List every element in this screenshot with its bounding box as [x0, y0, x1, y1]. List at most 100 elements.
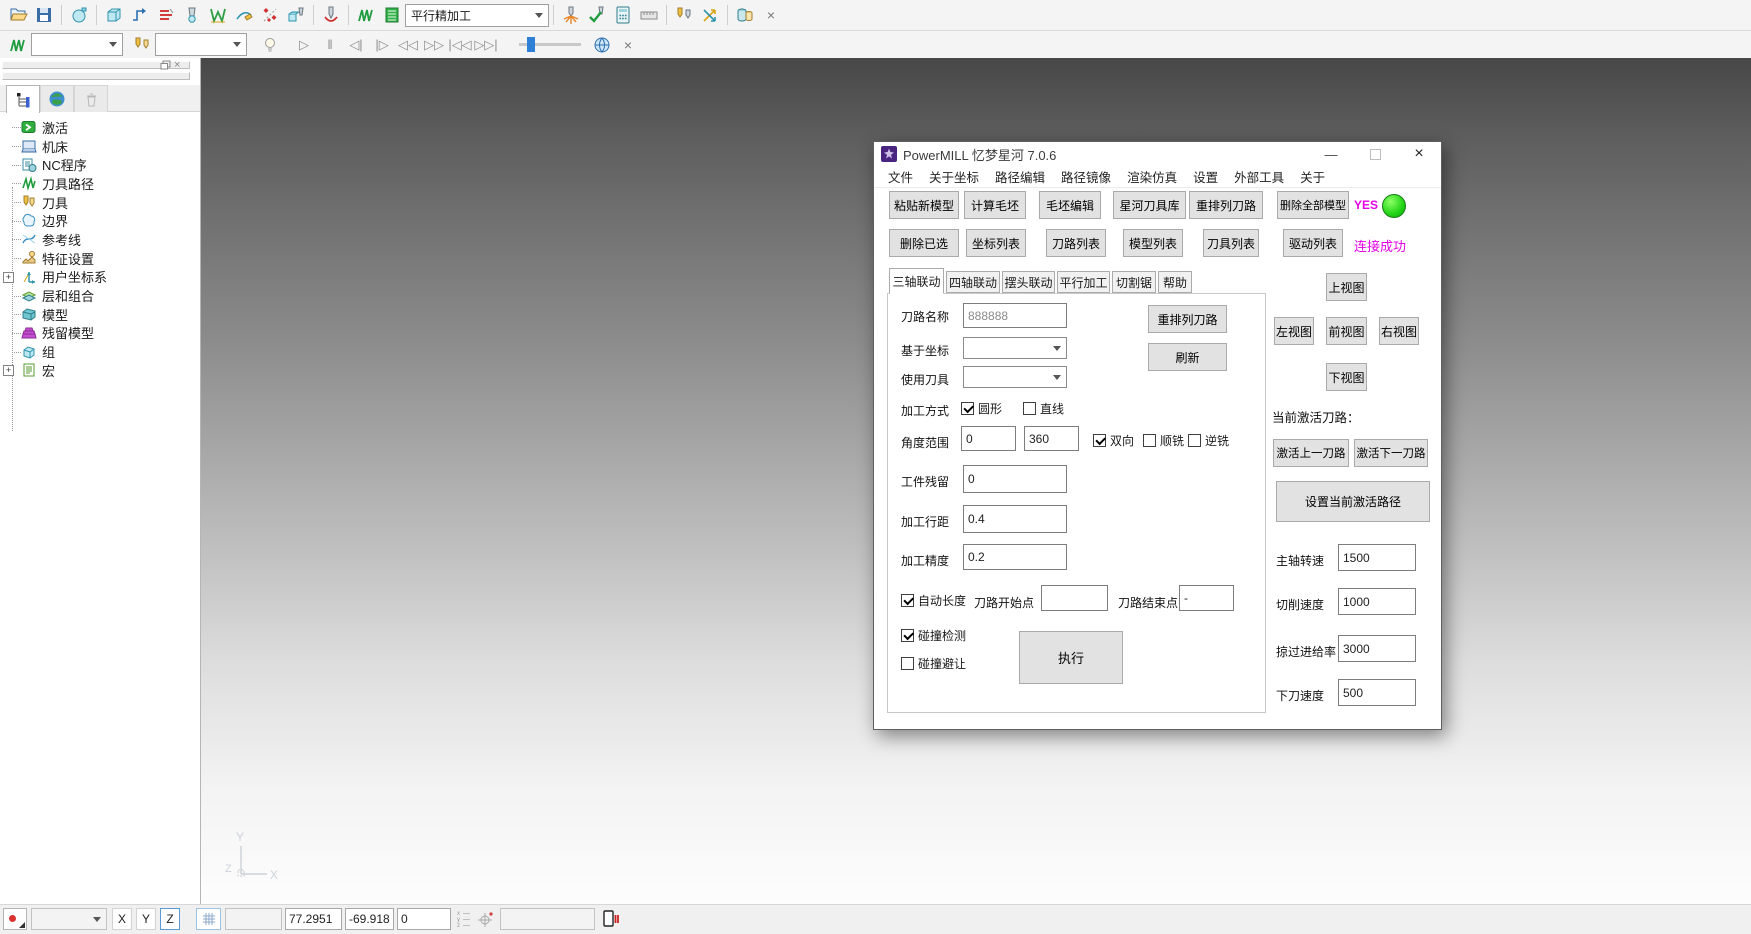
toolpath-icon[interactable]: [353, 3, 379, 27]
tree-item-feature-sets[interactable]: 特征设置: [0, 249, 200, 268]
tree-item-groups[interactable]: 组: [0, 342, 200, 361]
play-icon[interactable]: ▷: [291, 33, 317, 57]
minimize-button[interactable]: —: [1309, 142, 1353, 166]
go-start-icon[interactable]: |◁◁: [447, 33, 473, 57]
tree-item-levels-and-sets[interactable]: 层和组合: [0, 286, 200, 305]
tool-pair-icon[interactable]: [671, 3, 697, 27]
line-checkbox[interactable]: [1023, 402, 1036, 415]
tab-4axis[interactable]: 四轴联动: [946, 271, 1000, 293]
path-end-input[interactable]: -: [1179, 585, 1234, 611]
paste-new-model-button[interactable]: 粘贴新模型: [889, 191, 959, 219]
galaxy-tool-library-button[interactable]: 星河刀具库: [1113, 191, 1186, 219]
toolpath-verify-icon[interactable]: [584, 3, 610, 27]
menu-path-edit[interactable]: 路径编辑: [987, 167, 1053, 186]
calculator-icon[interactable]: [610, 3, 636, 27]
dialog-titlebar[interactable]: PowerMILL 忆梦星河 7.0.6 — ×: [874, 142, 1441, 166]
pause-icon[interactable]: ‖: [317, 33, 343, 57]
axis-x-button[interactable]: X: [112, 908, 132, 930]
toolpath-list-icon[interactable]: [379, 3, 405, 27]
menu-path-mirror[interactable]: 路径镜像: [1053, 167, 1119, 186]
tree-item-boundaries[interactable]: 边界: [0, 211, 200, 230]
refresh-button[interactable]: 刷新: [1148, 343, 1227, 371]
menu-external-tools[interactable]: 外部工具: [1226, 167, 1292, 186]
menu-file[interactable]: 文件: [880, 167, 921, 186]
stock-cylinder-icon[interactable]: [732, 3, 758, 27]
reorder-toolpaths-button[interactable]: 重排列刀路: [1189, 191, 1263, 219]
tolerance-input[interactable]: 0.2: [963, 544, 1067, 570]
open-icon[interactable]: [5, 3, 31, 27]
tab-trash[interactable]: [74, 85, 108, 112]
collision-check-checkbox[interactable]: [901, 629, 914, 642]
tree-item-workplanes[interactable]: +用户坐标系: [0, 268, 200, 287]
pane-close-icon[interactable]: ×: [174, 59, 180, 71]
cutting-feed-input[interactable]: 1000: [1338, 588, 1416, 615]
tool-select-dropdown[interactable]: [155, 33, 247, 56]
menu-settings[interactable]: 设置: [1185, 167, 1226, 186]
skim-feed-input[interactable]: 3000: [1338, 635, 1416, 662]
probe-position-icon[interactable]: [477, 910, 495, 932]
tree-item-activate[interactable]: 激活: [0, 118, 200, 137]
surface-wizard-icon[interactable]: [205, 3, 231, 27]
angle-to-input[interactable]: 360: [1024, 426, 1079, 451]
draft-point-button[interactable]: [3, 908, 27, 930]
collision-avoid-checkbox[interactable]: [901, 657, 914, 670]
toolpath-name-input[interactable]: 888888: [963, 303, 1067, 328]
tree-item-machine-tool[interactable]: 机床: [0, 137, 200, 156]
spindle-speed-input[interactable]: 1500: [1338, 544, 1416, 571]
step-back-icon[interactable]: ◁|: [343, 33, 369, 57]
tree-item-models[interactable]: 模型: [0, 305, 200, 324]
coord-x-field[interactable]: 77.2951: [285, 908, 342, 930]
tree-item-macros[interactable]: +宏: [0, 361, 200, 380]
plunge-feed-input[interactable]: 500: [1338, 679, 1416, 706]
climb-mill-checkbox[interactable]: [1143, 434, 1156, 447]
execute-button[interactable]: 执行: [1019, 631, 1123, 684]
tree-item-nc-programs[interactable]: NC程序: [0, 155, 200, 174]
stock-allowance-input[interactable]: 0: [963, 465, 1067, 493]
ball-tool-icon[interactable]: [179, 3, 205, 27]
measure-ruler-icon[interactable]: [636, 3, 662, 27]
set-active-path-button[interactable]: 设置当前激活路径: [1276, 481, 1430, 522]
coord-z-field[interactable]: 0: [397, 908, 451, 930]
top-view-button[interactable]: 上视图: [1326, 273, 1367, 301]
toolpath-connections-icon[interactable]: [127, 3, 153, 27]
menu-render-sim[interactable]: 渲染仿真: [1119, 167, 1185, 186]
tree-item-tools[interactable]: 刀具: [0, 193, 200, 212]
tool-list-button[interactable]: 刀具列表: [1203, 229, 1259, 257]
go-end-icon[interactable]: ▷▷|: [473, 33, 499, 57]
tab-explorer-tree[interactable]: [6, 85, 40, 113]
right-view-button[interactable]: 右视图: [1379, 317, 1419, 345]
model-list-button[interactable]: 模型列表: [1123, 229, 1183, 257]
tool-block-icon[interactable]: [283, 3, 309, 27]
angle-from-input[interactable]: 0: [961, 426, 1016, 451]
use-tool-dropdown[interactable]: [963, 366, 1067, 388]
menu-about[interactable]: 关于: [1292, 167, 1333, 186]
tree-item-stock-models[interactable]: 残留模型: [0, 324, 200, 343]
axis-z-button[interactable]: Z: [160, 908, 180, 930]
strategy-dropdown[interactable]: 平行精加工: [405, 4, 549, 27]
pane-float-icon[interactable]: [160, 60, 171, 71]
front-view-button[interactable]: 前视图: [1326, 317, 1367, 345]
speed-slider[interactable]: [519, 43, 581, 46]
activate-next-toolpath-button[interactable]: 激活下一刀路: [1354, 439, 1428, 467]
lightbulb-icon[interactable]: [257, 33, 283, 57]
create-block-icon[interactable]: [101, 3, 127, 27]
rewind-icon[interactable]: ◁◁: [395, 33, 421, 57]
tree-item-patterns[interactable]: 参考线: [0, 230, 200, 249]
z-levels-icon[interactable]: [153, 3, 179, 27]
delete-all-models-button[interactable]: 删除全部模型: [1277, 191, 1349, 219]
edit-block-button[interactable]: 毛坯编辑: [1039, 191, 1101, 219]
tab-swivel-head[interactable]: 摆头联动: [1002, 271, 1055, 293]
toolpath-select-dropdown[interactable]: [31, 33, 123, 56]
left-view-button[interactable]: 左视图: [1274, 317, 1314, 345]
tab-world[interactable]: [40, 85, 74, 112]
toolpath-icon[interactable]: [5, 33, 31, 57]
base-coord-dropdown[interactable]: [963, 337, 1067, 359]
clipboard-pause-icon[interactable]: [602, 909, 620, 931]
reorder-toolpaths-button-2[interactable]: 重排列刀路: [1148, 305, 1227, 333]
slider-handle[interactable]: [527, 37, 535, 52]
tab-3axis[interactable]: 三轴联动: [889, 268, 944, 294]
tab-parallel[interactable]: 平行加工: [1057, 271, 1110, 293]
path-start-input[interactable]: [1041, 585, 1108, 611]
close-toolbar-icon[interactable]: ×: [758, 3, 784, 27]
simulation-clock-icon[interactable]: [589, 33, 615, 57]
